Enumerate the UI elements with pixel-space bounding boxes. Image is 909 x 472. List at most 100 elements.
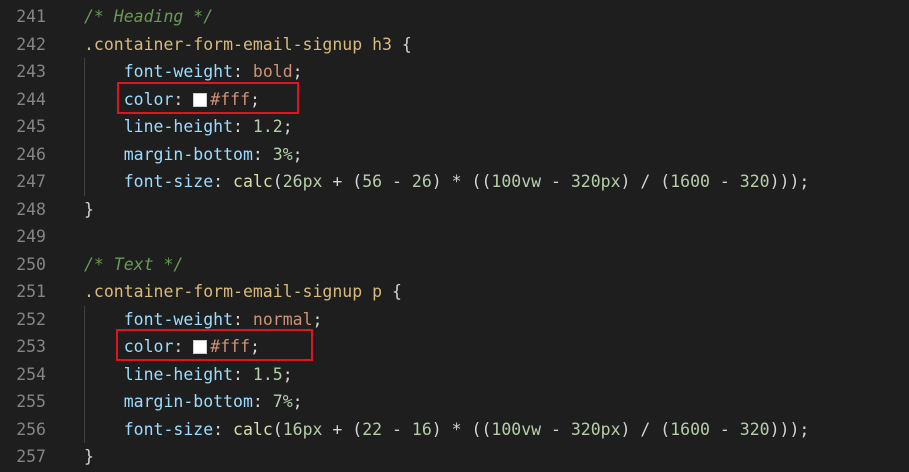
token-num: 22 (362, 419, 383, 439)
line-number: 247 (16, 172, 46, 191)
code-text: /* Heading */ (84, 3, 213, 31)
token-num: 1600 (670, 172, 710, 191)
code-line-251[interactable]: 251 .container-form-email-signup p { (0, 278, 909, 306)
token-func: calc (233, 419, 273, 439)
token-func: calc (233, 172, 273, 191)
token-prop: margin-bottom (123, 392, 253, 411)
code-text: .container-form-email-signup p { (84, 278, 402, 306)
token-punct: - (709, 172, 740, 191)
token-prop: font-size (123, 172, 214, 191)
code-text: font-weight: bold; (84, 58, 303, 86)
line-number: 255 (16, 392, 46, 411)
token-punct: ; (292, 144, 303, 164)
token-punct: ; (292, 392, 303, 411)
token-punct: - (382, 419, 412, 439)
token-punct: + ( (322, 419, 363, 439)
code-text: font-size: calc(26px + (56 - 26) * ((100… (84, 168, 810, 196)
token-punct: : (173, 89, 194, 109)
code-line-244[interactable]: 244 color: #fff; (0, 85, 909, 114)
code-line-255[interactable]: 255 margin-bottom: 7%; (0, 388, 909, 416)
token-punct: : (233, 364, 253, 384)
token-punct: + ( (322, 172, 363, 191)
line-number: 246 (16, 144, 46, 164)
token-prop: margin-bottom (123, 144, 253, 164)
code-text: } (84, 443, 94, 471)
token-punct: - (541, 172, 571, 191)
token-punct: : (213, 419, 234, 439)
code-text: margin-bottom: 3%; (84, 141, 303, 169)
line-number: 242 (16, 34, 46, 54)
code-line-241[interactable]: 241 /* Heading */ (0, 3, 909, 31)
token-prop: font-weight (123, 309, 234, 329)
code-line-250[interactable]: 250 /* Text */ (0, 251, 909, 279)
token-punct: ; (282, 364, 293, 384)
code-line-249[interactable]: 249 (0, 223, 909, 251)
token-punct: ) * (( (431, 419, 492, 439)
token-punct: : (213, 172, 234, 191)
code-editor[interactable]: 241 /* Heading */ 242 .container-form-email… (0, 3, 909, 471)
code-text: line-height: 1.2; (84, 113, 293, 141)
code-line-248[interactable]: 248} (0, 196, 909, 224)
token-num: 16 (411, 419, 432, 439)
color-swatch-icon[interactable] (193, 340, 208, 354)
code-line-247[interactable]: 247 font-size: calc(26px + (56 - 26) * (… (0, 168, 909, 196)
line-number: 254 (16, 364, 46, 384)
token-punct: : (233, 62, 253, 81)
token-num: 1600 (670, 419, 710, 439)
code-line-245[interactable]: 245 line-height: 1.2; (0, 113, 909, 141)
code-line-246[interactable]: 246 margin-bottom: 3%; (0, 140, 909, 169)
color-swatch-icon[interactable] (193, 92, 208, 107)
token-num: 26px (282, 172, 323, 191)
code-text: } (84, 196, 94, 224)
token-num: 320 (739, 419, 770, 439)
token-selector: .container-form-email-signup p (84, 282, 383, 301)
code-line-256[interactable]: 256 font-size: calc(16px + (22 - 16) * (… (0, 415, 909, 444)
token-punct: : (252, 144, 273, 164)
token-punct: : (252, 392, 273, 411)
line-number: 248 (16, 199, 46, 219)
token-num: 100vw (491, 419, 542, 439)
line-number: 257 (16, 447, 46, 466)
line-number: 251 (16, 282, 46, 301)
token-comment: /* Text */ (84, 254, 184, 274)
token-punct: ; (292, 62, 303, 81)
line-number: 243 (16, 62, 46, 81)
code-line-242[interactable]: 242 .container-form-email-signup h3 { (0, 31, 909, 59)
token-num: 320px (570, 419, 621, 439)
token-prop: font-size (123, 419, 214, 439)
code-text: margin-bottom: 7%; (84, 388, 303, 416)
token-punct: ))); (769, 172, 810, 191)
token-punct: } (84, 447, 94, 466)
code-text: font-size: calc(16px + (22 - 16) * ((100… (84, 416, 810, 444)
token-punct: ; (250, 337, 260, 356)
token-selector: .container-form-email-signup h3 (84, 34, 392, 54)
token-num: 3% (272, 144, 293, 164)
token-punct: { (382, 282, 402, 301)
token-comment: /* Heading */ (84, 7, 214, 26)
token-prop: line-height (123, 117, 234, 136)
token-prop: line-height (123, 364, 234, 384)
code-text: color: #fff; (84, 86, 260, 114)
code-line-252[interactable]: 252 font-weight: normal; (0, 305, 909, 334)
code-line-254[interactable]: 254 line-height: 1.5; (0, 360, 909, 388)
code-line-243[interactable]: 243 font-weight: bold; (0, 58, 909, 86)
code-text: font-weight: normal; (84, 306, 323, 334)
token-punct: : (233, 117, 253, 136)
token-punct: ( (272, 172, 283, 191)
token-punct: { (391, 34, 412, 54)
line-number: 253 (16, 337, 46, 356)
token-num: 1.5 (252, 364, 283, 384)
token-punct: ) * (( (431, 172, 492, 191)
line-number: 250 (16, 254, 46, 274)
code-text: color: #fff; (84, 333, 260, 361)
token-num: 320px (570, 172, 621, 191)
line-number: 241 (16, 7, 46, 26)
token-punct: ( (272, 419, 283, 439)
code-line-253[interactable]: 253 color: #fff; (0, 333, 909, 361)
token-punct: - (709, 419, 740, 439)
line-number: 256 (16, 419, 46, 439)
token-value: #fff (210, 89, 251, 109)
token-num: 1.2 (252, 117, 283, 136)
line-number: 244 (16, 89, 46, 109)
code-line-257[interactable]: 257} (0, 443, 909, 471)
